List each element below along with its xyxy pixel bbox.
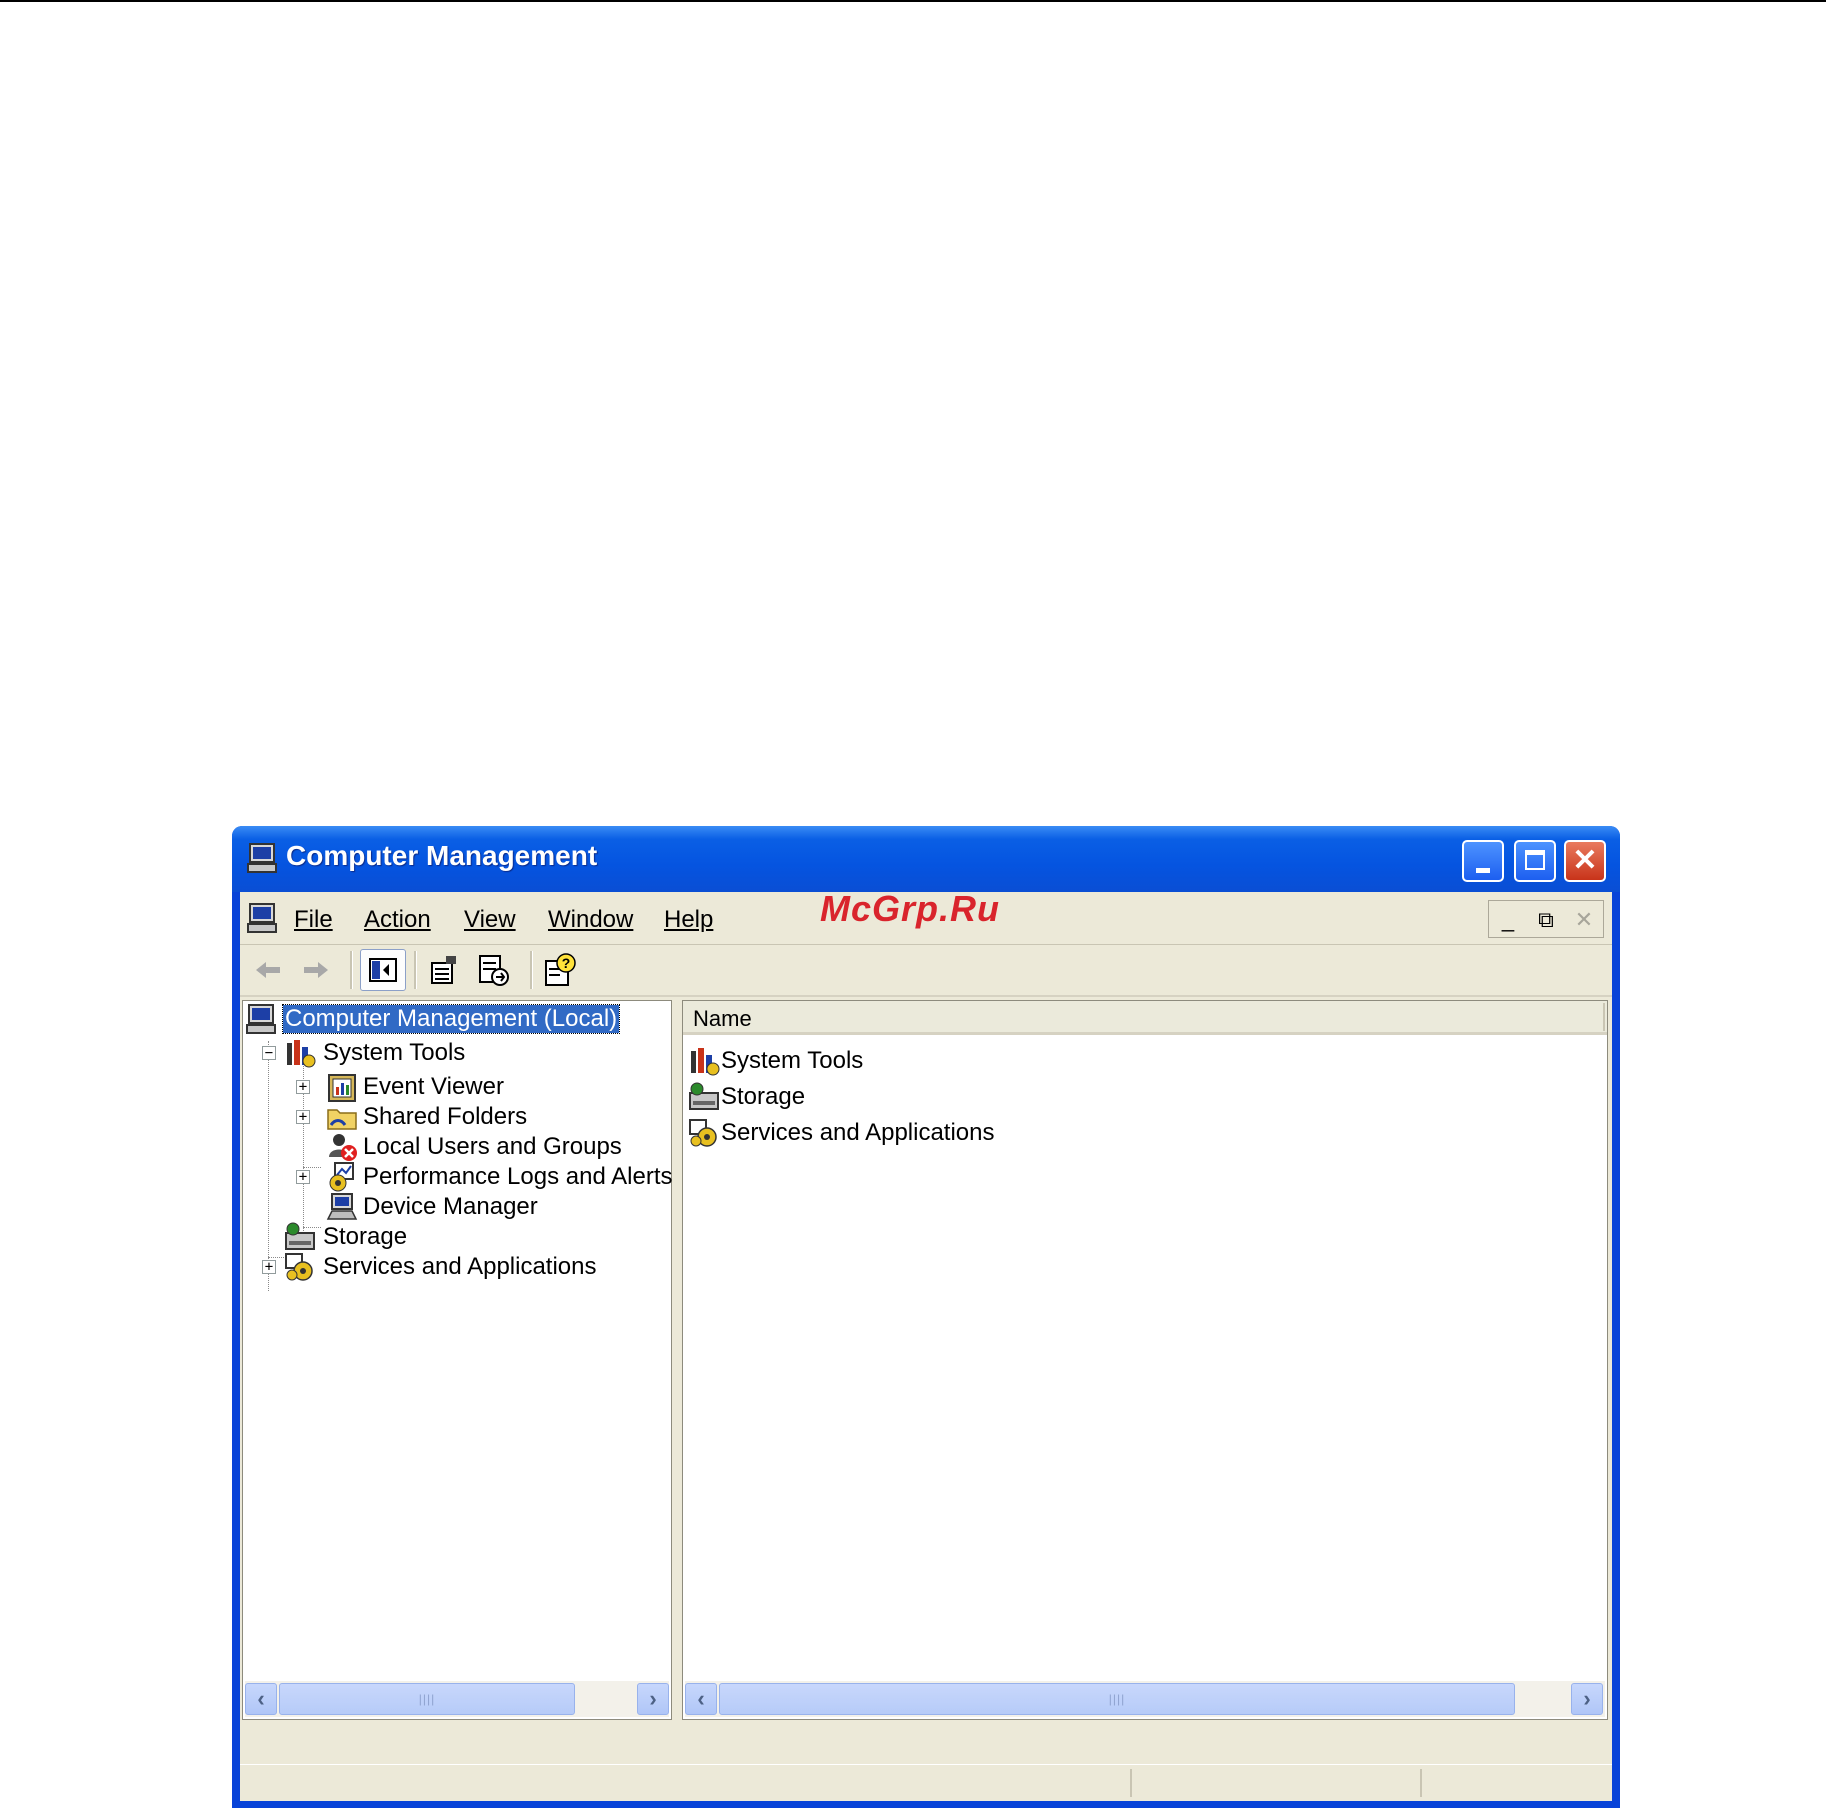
status-panel	[1420, 1769, 1422, 1797]
menu-file[interactable]: File	[294, 906, 333, 934]
toolbar: ?	[240, 945, 1612, 997]
tree-label-root: Computer Management (Local)	[281, 1004, 621, 1034]
scroll-right-button[interactable]: ›	[637, 1683, 669, 1715]
status-bar	[240, 1764, 1612, 1801]
tree-label-services: Services and Applications	[323, 1253, 597, 1280]
menu-view[interactable]: View	[464, 906, 516, 934]
help-icon[interactable]: ?	[540, 951, 580, 989]
child-minimize-button[interactable]: _	[1491, 905, 1525, 935]
maximize-button[interactable]	[1514, 840, 1556, 882]
tree-item-storage[interactable]: Storage	[243, 1221, 663, 1253]
tree-item-device-manager[interactable]: Device Manager	[243, 1191, 663, 1223]
close-button[interactable]: ✕	[1564, 840, 1606, 882]
list-label: Storage	[721, 1083, 806, 1110]
back-icon[interactable]	[248, 951, 288, 989]
tree-item-perf-logs[interactable]: + Performance Logs and Alerts	[243, 1161, 673, 1193]
menu-view-label: View	[464, 906, 516, 933]
menu-window-label: Window	[548, 906, 634, 933]
page-top-rule	[0, 0, 1826, 2]
toolbar-separator	[350, 951, 353, 989]
computer-management-window: Computer Management ✕ File Action View W…	[232, 826, 1620, 1808]
expand-icon[interactable]: +	[296, 1080, 310, 1094]
scroll-thumb[interactable]: ||||	[279, 1683, 575, 1715]
close-icon: ✕	[1572, 844, 1598, 877]
column-header-label: Name	[693, 1006, 752, 1031]
tree-label-shared-folders: Shared Folders	[363, 1103, 528, 1130]
tree-item-event-viewer[interactable]: + Event Viewer	[243, 1071, 663, 1103]
scroll-thumb[interactable]: ||||	[719, 1683, 1515, 1715]
menu-help[interactable]: Help	[664, 906, 713, 934]
column-header-name[interactable]: Name	[683, 1001, 1607, 1035]
tools-icon	[287, 1040, 316, 1068]
tree-item-services[interactable]: + Services and Applications	[243, 1251, 663, 1283]
menu-action[interactable]: Action	[364, 906, 431, 934]
list-item-services[interactable]: Services and Applications	[687, 1117, 1007, 1149]
menu-file-label: File	[294, 906, 333, 933]
scroll-left-button[interactable]: ‹	[685, 1683, 717, 1715]
tree-horizontal-scrollbar[interactable]: ‹ |||| ›	[245, 1681, 669, 1717]
watermark-text: McGrp.Ru	[820, 888, 1001, 929]
list-item-system-tools[interactable]: System Tools	[687, 1045, 987, 1077]
mdi-controls: _ ⧉ ✕	[1488, 900, 1604, 938]
device-manager-icon	[326, 1193, 358, 1220]
expand-icon[interactable]: +	[296, 1110, 310, 1124]
child-close-button[interactable]: ✕	[1567, 905, 1601, 935]
users-disabled-icon	[329, 1134, 357, 1161]
tree-item-shared-folders[interactable]: + Shared Folders	[243, 1101, 663, 1133]
tree-item-local-users[interactable]: Local Users and Groups	[243, 1131, 663, 1163]
menu-help-label: Help	[664, 906, 714, 933]
list-horizontal-scrollbar[interactable]: ‹ |||| ›	[685, 1681, 1605, 1717]
tree-item-root[interactable]: Computer Management (Local)	[245, 1003, 665, 1035]
menu-action-label: Action	[364, 906, 431, 933]
list-label: Services and Applications	[721, 1119, 995, 1146]
scroll-left-button[interactable]: ‹	[245, 1683, 277, 1715]
collapse-icon[interactable]: −	[262, 1046, 276, 1060]
storage-icon	[689, 1082, 719, 1110]
tree-label-system-tools: System Tools	[323, 1039, 466, 1066]
list-item-storage[interactable]: Storage	[687, 1081, 987, 1113]
minimize-button[interactable]	[1462, 840, 1504, 882]
storage-icon	[285, 1222, 315, 1250]
list-label: System Tools	[721, 1047, 864, 1074]
tree-label-perf-logs: Performance Logs and Alerts	[363, 1163, 673, 1190]
export-list-icon[interactable]	[474, 951, 514, 989]
toolbar-separator	[414, 951, 417, 989]
console-tree-pane: Computer Management (Local) − System Too…	[242, 1000, 673, 1720]
menu-window[interactable]: Window	[548, 906, 633, 934]
svg-text:?: ?	[562, 955, 571, 971]
result-pane: Name System Tools Storage Services and A…	[682, 1000, 1608, 1720]
tree-label-event-viewer: Event Viewer	[363, 1073, 504, 1100]
window-title: Computer Management	[286, 840, 598, 871]
scroll-right-button[interactable]: ›	[1571, 1683, 1603, 1715]
child-restore-button[interactable]: ⧉	[1529, 905, 1563, 935]
computer-icon	[246, 1004, 276, 1034]
tree-label-storage: Storage	[323, 1223, 408, 1250]
properties-icon[interactable]	[424, 951, 464, 989]
event-viewer-icon	[328, 1074, 356, 1102]
tree-item-system-tools[interactable]: − System Tools	[243, 1037, 663, 1069]
performance-icon	[329, 1162, 354, 1192]
status-panel	[1130, 1769, 1132, 1797]
show-hide-tree-icon	[369, 958, 397, 982]
services-icon	[285, 1253, 313, 1281]
title-bar[interactable]: Computer Management ✕	[232, 826, 1620, 892]
computer-icon[interactable]	[246, 902, 280, 936]
services-icon	[689, 1119, 717, 1147]
menu-bar: File Action View Window Help McGrp.Ru _ …	[240, 888, 1612, 945]
computer-icon	[247, 843, 277, 873]
expand-icon[interactable]: +	[296, 1170, 310, 1184]
tools-icon	[691, 1048, 720, 1076]
show-hide-tree-button[interactable]	[360, 949, 406, 991]
column-divider[interactable]	[1603, 1003, 1605, 1031]
tree-label-device-manager: Device Manager	[363, 1193, 538, 1220]
window-client-area: File Action View Window Help McGrp.Ru _ …	[240, 888, 1612, 1801]
tree-label-local-users: Local Users and Groups	[363, 1133, 622, 1160]
shared-folder-icon	[327, 1109, 357, 1130]
toolbar-separator	[530, 951, 533, 989]
expand-icon[interactable]: +	[262, 1260, 276, 1274]
forward-icon[interactable]	[296, 951, 336, 989]
